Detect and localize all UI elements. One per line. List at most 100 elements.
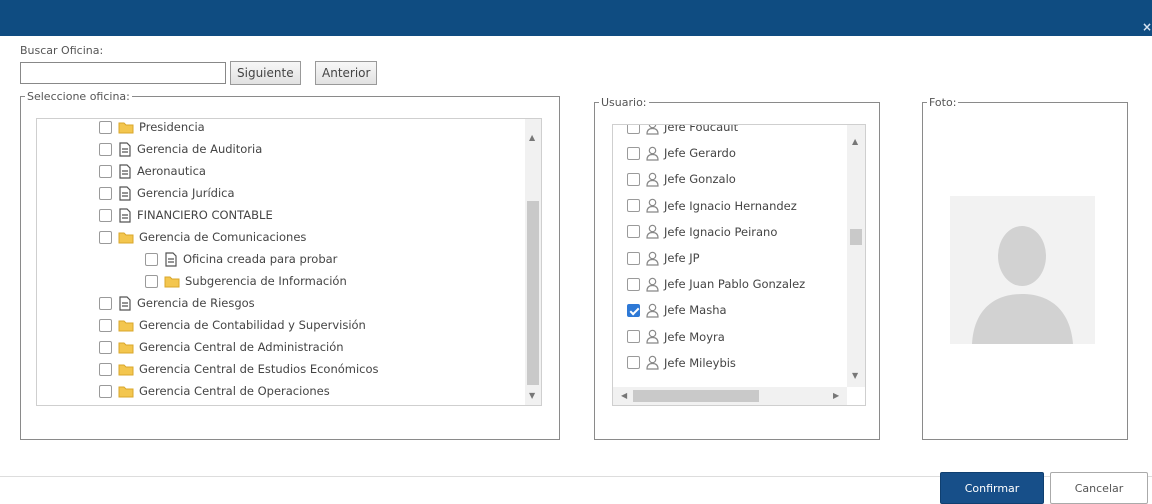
- office-checkbox[interactable]: [99, 296, 112, 310]
- user-checkbox[interactable]: [627, 125, 640, 134]
- user-list-item[interactable]: Jefe Masha: [627, 300, 727, 320]
- office-tree-item[interactable]: Gerencia de Comunicaciones: [99, 227, 306, 247]
- office-label: Gerencia Central de Operaciones: [139, 384, 330, 398]
- user-list-item[interactable]: Jefe Moyra: [627, 327, 725, 347]
- scroll-right-icon[interactable]: ▶: [833, 391, 839, 400]
- search-label: Buscar Oficina:: [20, 44, 104, 57]
- user-list-item[interactable]: Jefe Gonzalo: [627, 169, 736, 189]
- document-icon: [118, 141, 137, 157]
- user-label: Jefe Juan Pablo Gonzalez: [664, 277, 806, 292]
- office-label: Presidencia: [139, 120, 205, 134]
- user-checkbox[interactable]: [627, 199, 640, 213]
- scroll-left-icon[interactable]: ◀: [621, 391, 627, 400]
- user-hscrollbar[interactable]: ◀ ▶: [613, 387, 847, 405]
- user-icon: [646, 125, 664, 135]
- user-icon: [646, 224, 664, 239]
- office-tree-item[interactable]: Gerencia Central de Estudios Económicos: [99, 359, 379, 379]
- user-list-item[interactable]: Jefe Ignacio Peirano: [627, 222, 777, 242]
- office-label: Gerencia de Auditoria: [137, 142, 263, 156]
- next-button[interactable]: Siguiente: [230, 61, 301, 85]
- folder-icon: [164, 274, 185, 288]
- office-tree-item[interactable]: Subgerencia de Información: [145, 271, 347, 291]
- user-photo: [950, 196, 1095, 344]
- user-label: Jefe Ignacio Peirano: [664, 224, 778, 239]
- office-tree-item[interactable]: Gerencia de Auditoria: [99, 139, 262, 159]
- office-tree-item[interactable]: Gerencia Jurídica: [99, 183, 235, 203]
- office-tree-item[interactable]: Gerencia Central de Administración: [99, 337, 344, 357]
- document-icon: [118, 185, 137, 201]
- scroll-down-icon[interactable]: ▼: [529, 391, 535, 400]
- office-checkbox[interactable]: [145, 252, 158, 266]
- avatar-placeholder-icon: [950, 196, 1095, 344]
- office-checkbox[interactable]: [99, 318, 112, 332]
- office-label: Oficina creada para probar: [183, 252, 338, 266]
- scroll-up-icon[interactable]: ▲: [529, 133, 535, 142]
- user-list-item[interactable]: Jefe JP: [627, 248, 700, 268]
- office-tree-item[interactable]: FINANCIERO CONTABLE: [99, 205, 273, 225]
- close-icon[interactable]: ×: [1142, 20, 1152, 34]
- office-label: Gerencia de Riesgos: [137, 296, 255, 310]
- user-checkbox[interactable]: [627, 225, 640, 239]
- user-checkbox[interactable]: [627, 172, 640, 186]
- office-checkbox[interactable]: [99, 230, 112, 244]
- user-label: Jefe Foucault: [664, 124, 739, 134]
- office-label: FINANCIERO CONTABLE: [137, 208, 273, 222]
- office-tree-item[interactable]: Gerencia Central de Operaciones: [99, 381, 330, 401]
- office-checkbox[interactable]: [99, 362, 112, 376]
- folder-icon: [118, 230, 139, 244]
- office-checkbox[interactable]: [99, 186, 112, 200]
- office-checkbox[interactable]: [99, 384, 112, 398]
- folder-icon: [118, 120, 139, 134]
- user-icon: [646, 172, 664, 187]
- user-icon: [646, 146, 664, 161]
- user-legend: Usuario:: [601, 96, 647, 109]
- user-list-item[interactable]: Jefe Mileybis: [627, 353, 736, 373]
- cancel-button[interactable]: Cancelar: [1050, 472, 1148, 504]
- user-checkbox[interactable]: [627, 356, 640, 370]
- user-list[interactable]: Jefe Foucault Jefe Gerardo Jefe Gonzalo Jef…: [612, 124, 866, 406]
- previous-button[interactable]: Anterior: [315, 61, 378, 85]
- office-legend: Seleccione oficina:: [27, 90, 130, 103]
- user-list-item[interactable]: Jefe Juan Pablo Gonzalez: [627, 274, 805, 294]
- office-checkbox[interactable]: [99, 142, 112, 156]
- office-checkbox[interactable]: [99, 120, 112, 134]
- confirm-button[interactable]: Confirmar: [940, 472, 1044, 504]
- user-icon: [646, 329, 664, 344]
- user-label: Jefe Gerardo: [664, 146, 736, 161]
- office-label: Aeronautica: [137, 164, 206, 178]
- user-label: Jefe JP: [664, 251, 700, 265]
- scroll-down-icon[interactable]: ▼: [852, 371, 858, 380]
- user-checkbox[interactable]: [627, 251, 640, 265]
- user-checkbox[interactable]: [627, 330, 640, 344]
- user-hscroll-thumb[interactable]: [633, 390, 759, 402]
- user-scrollbar[interactable]: ▲ ▼: [847, 125, 865, 387]
- office-tree-item[interactable]: Aeronautica: [99, 161, 206, 181]
- folder-icon: [118, 340, 139, 354]
- office-checkbox[interactable]: [99, 164, 112, 178]
- user-scroll-thumb[interactable]: [850, 229, 862, 245]
- office-tree-item[interactable]: Gerencia de Contabilidad y Supervisión: [99, 315, 366, 335]
- office-tree-item[interactable]: Presidencia: [99, 119, 205, 137]
- office-tree[interactable]: Presidencia Gerencia de Auditoria Aeronaut…: [36, 118, 542, 406]
- office-scrollbar[interactable]: ▲ ▼: [525, 119, 541, 405]
- office-checkbox[interactable]: [145, 274, 158, 288]
- office-checkbox[interactable]: [99, 208, 112, 222]
- user-icon: [646, 251, 664, 266]
- dialog-titlebar: [0, 0, 1152, 36]
- user-list-item[interactable]: Jefe Gerardo: [627, 143, 736, 163]
- user-checkbox[interactable]: [627, 303, 640, 317]
- search-input[interactable]: [20, 62, 226, 84]
- office-label: Gerencia de Contabilidad y Supervisión: [139, 318, 366, 332]
- user-list-item[interactable]: Jefe Ignacio Hernandez: [627, 196, 797, 216]
- office-tree-item[interactable]: Oficina creada para probar: [145, 249, 337, 269]
- office-tree-item[interactable]: Gerencia de Riesgos: [99, 293, 255, 313]
- user-checkbox[interactable]: [627, 146, 640, 160]
- user-icon: [646, 198, 664, 213]
- office-checkbox[interactable]: [99, 340, 112, 354]
- scroll-up-icon[interactable]: ▲: [852, 137, 858, 146]
- user-checkbox[interactable]: [627, 277, 640, 291]
- document-icon: [118, 295, 137, 311]
- folder-icon: [118, 318, 139, 332]
- office-scroll-thumb[interactable]: [527, 201, 539, 385]
- user-list-item[interactable]: Jefe Foucault: [627, 124, 739, 137]
